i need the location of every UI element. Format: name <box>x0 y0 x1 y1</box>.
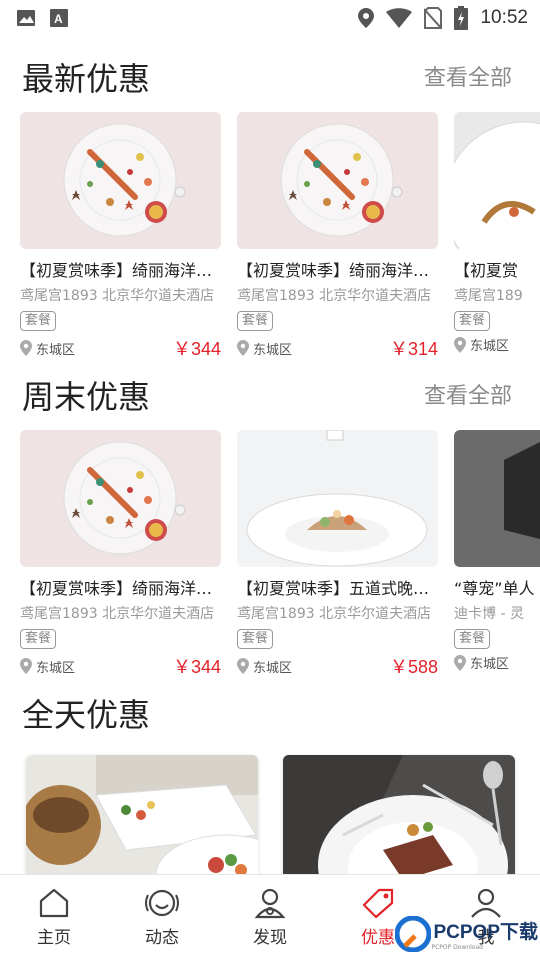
deal-venue: 迪卡博 - 灵 <box>454 606 524 622</box>
svg-text:A: A <box>54 12 63 26</box>
deal-tag: 套餐 <box>454 311 491 331</box>
deal-tag: 套餐 <box>454 629 491 649</box>
location-pin-icon <box>20 340 32 356</box>
nav-label: 动态 <box>145 928 179 948</box>
deal-venue: 鸢尾宫1893 北京华尔道夫酒店 <box>237 606 432 622</box>
deal-image-seafood-platter <box>20 112 221 249</box>
section-title: 最新优惠 <box>22 60 151 98</box>
deal-venue: 鸢尾宫1893 北京华尔道夫酒店 <box>20 606 215 622</box>
deal-card[interactable]: 【初夏赏味季】绮丽海洋… 鸢尾宫1893 北京华尔道夫酒店 套餐 东城区 ￥34… <box>20 112 221 357</box>
deal-price: ￥344 <box>172 339 221 357</box>
deal-price: ￥344 <box>172 657 221 675</box>
moments-icon <box>145 889 179 917</box>
section-title: 周末优惠 <box>22 378 151 416</box>
deal-district: 东城区 <box>470 339 510 354</box>
deal-district: 东城区 <box>36 660 76 676</box>
deal-price: ￥588 <box>389 657 438 675</box>
latest-deals-carousel[interactable]: 【初夏赏味季】绮丽海洋… 鸢尾宫1893 北京华尔道夫酒店 套餐 东城区 ￥34… <box>0 112 540 357</box>
location-pin-icon <box>454 654 466 671</box>
deal-image-seafood-platter <box>20 430 221 567</box>
deal-card[interactable]: “尊宠”单人 迪卡博 - 灵 套餐 东城区 <box>454 430 540 675</box>
weekend-deals-carousel[interactable]: 【初夏赏味季】绮丽海洋… 鸢尾宫1893 北京华尔道夫酒店 套餐 东城区 ￥34… <box>0 430 540 675</box>
location-pin-icon <box>237 658 249 674</box>
allday-deal-card[interactable] <box>26 755 258 885</box>
deal-district: 东城区 <box>470 657 510 672</box>
watermark-logo <box>395 916 432 952</box>
watermark-brand: PCPOP下载 <box>433 922 538 943</box>
deal-price: ￥314 <box>389 339 438 357</box>
deal-title: 【初夏赏味季】绮丽海洋… <box>237 261 430 280</box>
section-title: 全天优惠 <box>22 696 151 734</box>
deal-venue: 鸢尾宫1893 北京华尔道夫酒店 <box>237 288 432 304</box>
deal-district: 东城区 <box>253 342 293 358</box>
view-all-link[interactable]: 查看全部 <box>424 378 512 410</box>
location-pin-icon <box>454 336 466 353</box>
profile-icon <box>471 888 501 918</box>
deal-image-seafood-platter <box>237 112 438 249</box>
location-pin-icon <box>237 340 249 356</box>
deal-card[interactable]: 【初夏赏味季】绮丽海洋… 鸢尾宫1893 北京华尔道夫酒店 套餐 东城区 ￥31… <box>237 112 438 357</box>
status-time: 10:52 <box>480 7 528 28</box>
nav-label: 主页 <box>37 928 71 948</box>
nav-tab-home[interactable]: 主页 <box>0 875 108 960</box>
gallery-notification-icon <box>17 10 35 26</box>
nav-label: 发现 <box>253 928 287 948</box>
deal-title: 【初夏赏 <box>454 261 519 280</box>
deal-card[interactable]: 【初夏赏味季】五道式晚… 鸢尾宫1893 北京华尔道夫酒店 套餐 东城区 ￥58… <box>237 430 438 675</box>
coupon-tag-icon <box>362 888 394 919</box>
location-pin-icon <box>20 658 32 674</box>
deal-tag: 套餐 <box>237 629 274 649</box>
discover-icon <box>254 888 286 919</box>
watermark-sub: PCPOP Download <box>431 944 483 951</box>
deal-image-plated-dish <box>454 112 540 249</box>
nav-tab-discover[interactable]: 发现 <box>216 875 324 960</box>
home-icon <box>39 888 69 918</box>
status-bar: A 10:52 <box>0 0 540 36</box>
allday-deal-card[interactable] <box>283 755 515 885</box>
deal-title: “尊宠”单人 <box>454 579 535 598</box>
deal-venue: 鸢尾宫189 <box>454 288 523 304</box>
deal-title: 【初夏赏味季】绮丽海洋… <box>20 261 213 280</box>
deal-tag: 套餐 <box>20 311 57 331</box>
deal-tag: 套餐 <box>237 311 274 331</box>
deal-venue: 鸢尾宫1893 北京华尔道夫酒店 <box>20 288 215 304</box>
deal-district: 东城区 <box>253 660 293 676</box>
view-all-link[interactable]: 查看全部 <box>424 60 512 92</box>
no-sim-icon <box>424 7 443 29</box>
allday-image-buffet <box>26 755 258 885</box>
deal-card[interactable]: 【初夏赏 鸢尾宫189 套餐 东城区 <box>454 112 540 357</box>
deal-district: 东城区 <box>36 342 76 358</box>
location-icon <box>358 8 375 28</box>
deal-card[interactable]: 【初夏赏味季】绮丽海洋… 鸢尾宫1893 北京华尔道夫酒店 套餐 东城区 ￥34… <box>20 430 221 675</box>
wifi-icon <box>386 8 413 28</box>
nav-tab-moments[interactable]: 动态 <box>108 875 216 960</box>
deal-image-dark-ambience <box>454 430 540 567</box>
battery-charging-icon <box>454 6 469 30</box>
font-notification-icon: A <box>50 9 68 27</box>
deal-title: 【初夏赏味季】绮丽海洋… <box>20 579 213 598</box>
watermark: PCPOP下载 PCPOP Download <box>395 916 538 952</box>
nav-label: 优惠 <box>361 928 395 948</box>
deal-tag: 套餐 <box>20 629 57 649</box>
deal-title: 【初夏赏味季】五道式晚… <box>237 579 430 598</box>
allday-image-steak <box>283 755 515 885</box>
deal-image-five-course-dinner <box>237 430 438 567</box>
